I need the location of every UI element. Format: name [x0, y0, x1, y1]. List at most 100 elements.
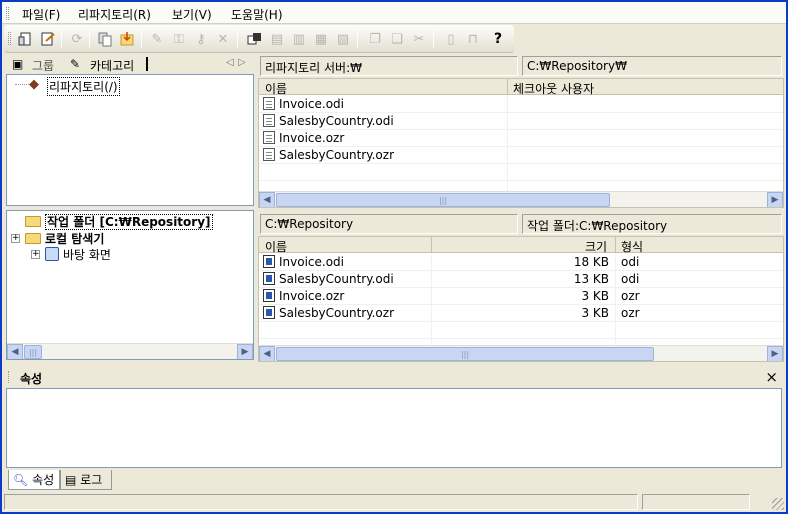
tools-icon[interactable]: ✂ [409, 29, 429, 49]
local-file-row[interactable]: Invoice.ozr 3 KB ozr [259, 288, 783, 305]
delete-icon[interactable]: ✕ [213, 29, 233, 49]
local-column-header: 이름 크기 형식 [259, 237, 783, 255]
tab-cursor [146, 57, 148, 71]
group-icon[interactable]: ❐ [365, 29, 385, 49]
key-icon[interactable]: ⊓ [463, 29, 483, 49]
tab-properties[interactable]: 🔍︎ 속성 [8, 470, 60, 490]
menu-grip[interactable] [6, 7, 9, 20]
doc-icon[interactable]: ▯ [441, 29, 461, 49]
tree-local-explorer[interactable]: 로컬 탐색기 [25, 230, 104, 247]
lock-icon[interactable]: ⚿ [169, 29, 189, 49]
properties-icon[interactable]: ❏ [387, 29, 407, 49]
file-size: 3 KB [581, 306, 609, 320]
file-size: 3 KB [581, 289, 609, 303]
category-tab-icon[interactable]: ✎ [70, 57, 80, 71]
local-explorer-label: 로컬 탐색기 [45, 232, 105, 246]
file-icon [263, 114, 275, 127]
col-type[interactable]: 형식 [621, 238, 643, 255]
column-gridline [507, 95, 508, 191]
group-tab-icon[interactable]: ▣ [12, 57, 23, 71]
scroll-right-icon[interactable]: ▶ [237, 344, 253, 359]
scroll-left-icon[interactable]: ◀ [7, 344, 23, 359]
properties-content [6, 388, 782, 468]
menu-view[interactable]: 보기(V) [172, 6, 212, 23]
menu-help[interactable]: 도움말(H) [231, 6, 283, 23]
tab-log[interactable]: ▤ 로그 [60, 470, 112, 490]
local-empty-row [259, 322, 783, 339]
desktop-label: 바탕 화면 [63, 248, 111, 262]
upload-icon[interactable]: ▤ [267, 29, 287, 49]
file-name: SalesbyCountry.odi [279, 114, 394, 128]
refresh-icon[interactable]: ⟳ [67, 29, 87, 49]
tree-desktop[interactable]: 바탕 화면 [45, 246, 111, 263]
help-icon[interactable]: ? [488, 29, 508, 49]
scroll-left-icon[interactable]: ◀ [259, 192, 275, 207]
column-separator[interactable] [431, 237, 432, 253]
export-icon[interactable]: ▦ [311, 29, 331, 49]
scroll-right-icon[interactable]: ▶ [767, 346, 783, 361]
file-type: odi [621, 255, 640, 269]
new-folder-icon[interactable] [245, 29, 265, 49]
scroll-left-icon[interactable]: ◀ [259, 346, 275, 361]
folder-icon [25, 216, 41, 227]
tree-work-folder[interactable]: 작업 폴더 [C:₩Repository] [25, 213, 213, 230]
import-icon[interactable] [117, 29, 137, 49]
local-hscroll[interactable]: ◀ ||| ▶ [259, 345, 783, 361]
scroll-thumb[interactable]: ||| [276, 193, 610, 207]
open-icon[interactable] [16, 29, 36, 49]
checkout-icon[interactable] [38, 29, 58, 49]
search-icon: 🔍︎ [13, 473, 29, 487]
unlock-icon[interactable]: ⚷ [191, 29, 211, 49]
download-icon[interactable]: ▥ [289, 29, 309, 49]
app-window: 파일(F) 리파지토리(R) 보기(V) 도움말(H) ⟳ ✎ ⚿ ⚷ ✕ ▤ [2, 2, 786, 512]
column-separator[interactable] [507, 79, 508, 95]
repo-file-row[interactable]: Invoice.odi [259, 96, 783, 113]
col-checkout-user[interactable]: 체크아웃 사용자 [513, 80, 594, 97]
tab-group[interactable]: 그룹 [32, 57, 54, 74]
toolbar-separator [61, 30, 62, 48]
col-name[interactable]: 이름 [265, 80, 287, 97]
local-panel: C:₩Repository 작업 폴더:C:₩Repository 이름 크기 … [258, 212, 784, 362]
local-tree-hscroll[interactable]: ◀ ||| ▶ [7, 343, 253, 359]
file-name: Invoice.odi [279, 97, 345, 111]
file-icon [263, 289, 275, 302]
file-size: 18 KB [573, 255, 609, 269]
scroll-thumb[interactable]: ||| [24, 345, 42, 359]
column-separator[interactable] [615, 237, 616, 253]
repo-empty-row [259, 164, 783, 181]
local-file-row[interactable]: Invoice.odi 18 KB odi [259, 254, 783, 271]
repo-file-row[interactable]: Invoice.ozr [259, 130, 783, 147]
file-type: ozr [621, 289, 640, 303]
tree-connector [15, 84, 29, 85]
repo-file-list: 이름 체크아웃 사용자 Invoice.odi SalesbyCountry.o… [258, 78, 784, 208]
file-icon [263, 255, 275, 268]
repo-hscroll[interactable]: ◀ ||| ▶ [259, 191, 783, 207]
folder-icon [25, 233, 41, 244]
local-file-row[interactable]: SalesbyCountry.ozr 3 KB ozr [259, 305, 783, 322]
local-file-row[interactable]: SalesbyCountry.odi 13 KB odi [259, 271, 783, 288]
expand-desktop-icon[interactable]: + [31, 250, 40, 259]
properties-grip[interactable] [8, 371, 11, 383]
col-size[interactable]: 크기 [585, 238, 607, 255]
scroll-right-icon[interactable]: ▶ [767, 192, 783, 207]
properties-title: 속성 [20, 372, 43, 386]
expand-local-explorer-icon[interactable]: + [11, 234, 20, 243]
close-icon[interactable]: × [765, 368, 778, 386]
tab-scroll-left-icon[interactable]: ◁ [226, 57, 234, 68]
file-name: Invoice.ozr [279, 131, 345, 145]
copy-icon[interactable] [95, 29, 115, 49]
repo-file-row[interactable]: SalesbyCountry.ozr [259, 147, 783, 164]
tab-scroll-right-icon[interactable]: ▷ [238, 57, 246, 68]
clone-icon[interactable]: ▧ [333, 29, 353, 49]
col-name[interactable]: 이름 [265, 238, 287, 255]
tab-category[interactable]: 카테고리 [90, 57, 134, 74]
file-icon [263, 131, 275, 144]
tree-root-repository[interactable]: 리파지토리(/) [47, 77, 120, 96]
resize-grip-icon[interactable] [772, 498, 784, 510]
scroll-thumb[interactable]: ||| [276, 347, 654, 361]
repo-file-row[interactable]: SalesbyCountry.odi [259, 113, 783, 130]
link-icon[interactable]: ✎ [147, 29, 167, 49]
menu-file[interactable]: 파일(F) [22, 6, 60, 23]
toolbar-grip[interactable] [8, 32, 11, 45]
menu-repository[interactable]: 리파지토리(R) [78, 6, 151, 23]
